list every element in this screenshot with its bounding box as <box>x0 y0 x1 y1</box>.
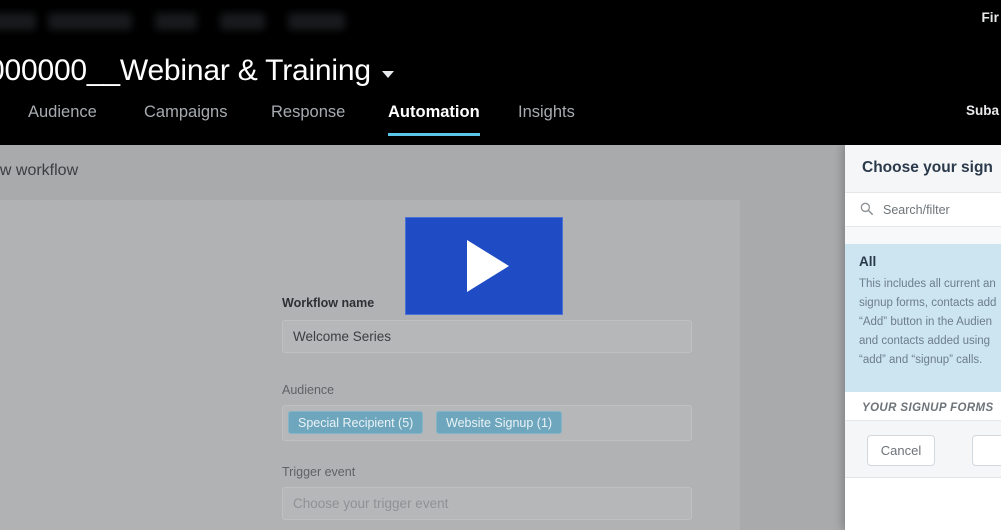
utility-nav-item[interactable] <box>288 13 345 30</box>
breadcrumb[interactable]: ew workflow <box>0 162 78 180</box>
nav-tab-response[interactable]: Response <box>271 103 345 136</box>
audience-label: Audience <box>282 383 335 397</box>
main-navigation: Audience Campaigns Response Automation I… <box>0 103 1001 145</box>
utility-nav-item[interactable] <box>48 13 132 30</box>
panel-footer: Cancel Pr <box>845 420 1001 478</box>
panel-header: Choose your sign <box>845 145 1001 193</box>
utility-nav-item[interactable] <box>0 13 36 30</box>
nav-tab-insights[interactable]: Insights <box>518 103 575 136</box>
nav-tab-automation[interactable]: Automation <box>388 103 480 136</box>
audience-tag[interactable]: Website Signup (1) <box>436 411 563 434</box>
proceed-button[interactable]: Pr <box>972 435 1001 466</box>
workflow-form-card: Workflow name Welcome Series Audience Sp… <box>0 200 740 530</box>
account-name-label[interactable]: Fir <box>981 10 999 25</box>
trigger-event-placeholder: Choose your trigger event <box>293 496 449 511</box>
signup-option-all-description: This includes all current an signup form… <box>859 278 997 366</box>
panel-search-row[interactable]: Search/filter <box>845 193 1001 227</box>
video-play-button[interactable] <box>405 217 563 315</box>
top-chrome: Fir 000000__Webinar & Training Audience … <box>0 0 1001 145</box>
search-icon <box>860 202 873 215</box>
page-title: 000000__Webinar & Training <box>0 54 371 87</box>
cancel-button[interactable]: Cancel <box>867 435 935 466</box>
workflow-name-label: Workflow name <box>282 296 375 310</box>
search-input-placeholder[interactable]: Search/filter <box>883 203 950 217</box>
signup-option-all-title: All <box>859 254 877 269</box>
main-content-dimmed: ew workflow Workflow name Welcome Series… <box>0 145 845 530</box>
nav-tab-campaigns[interactable]: Campaigns <box>144 103 227 136</box>
signup-option-all[interactable]: All This includes all current an signup … <box>845 244 1001 392</box>
signup-source-panel: Choose your sign Search/filter All This … <box>845 145 1001 530</box>
workflow-name-value: Welcome Series <box>293 329 392 344</box>
nav-subaccount-label[interactable]: Suba <box>966 103 999 118</box>
utility-nav-item[interactable] <box>220 13 265 30</box>
utility-nav-item[interactable] <box>155 13 197 30</box>
panel-title: Choose your sign <box>862 159 993 176</box>
utility-bar: Fir <box>0 0 1001 40</box>
app-screenshot: Fir 000000__Webinar & Training Audience … <box>0 0 1001 530</box>
panel-divider <box>845 227 1001 244</box>
audience-tag[interactable]: Special Recipient (5) <box>288 411 424 434</box>
play-icon <box>467 240 509 292</box>
trigger-event-label: Trigger event <box>282 465 356 479</box>
panel-section-label: YOUR SIGNUP FORMS <box>862 402 994 414</box>
account-switcher[interactable]: 000000__Webinar & Training <box>0 52 394 90</box>
nav-tab-audience[interactable]: Audience <box>28 103 97 136</box>
chevron-down-icon[interactable] <box>381 70 394 78</box>
